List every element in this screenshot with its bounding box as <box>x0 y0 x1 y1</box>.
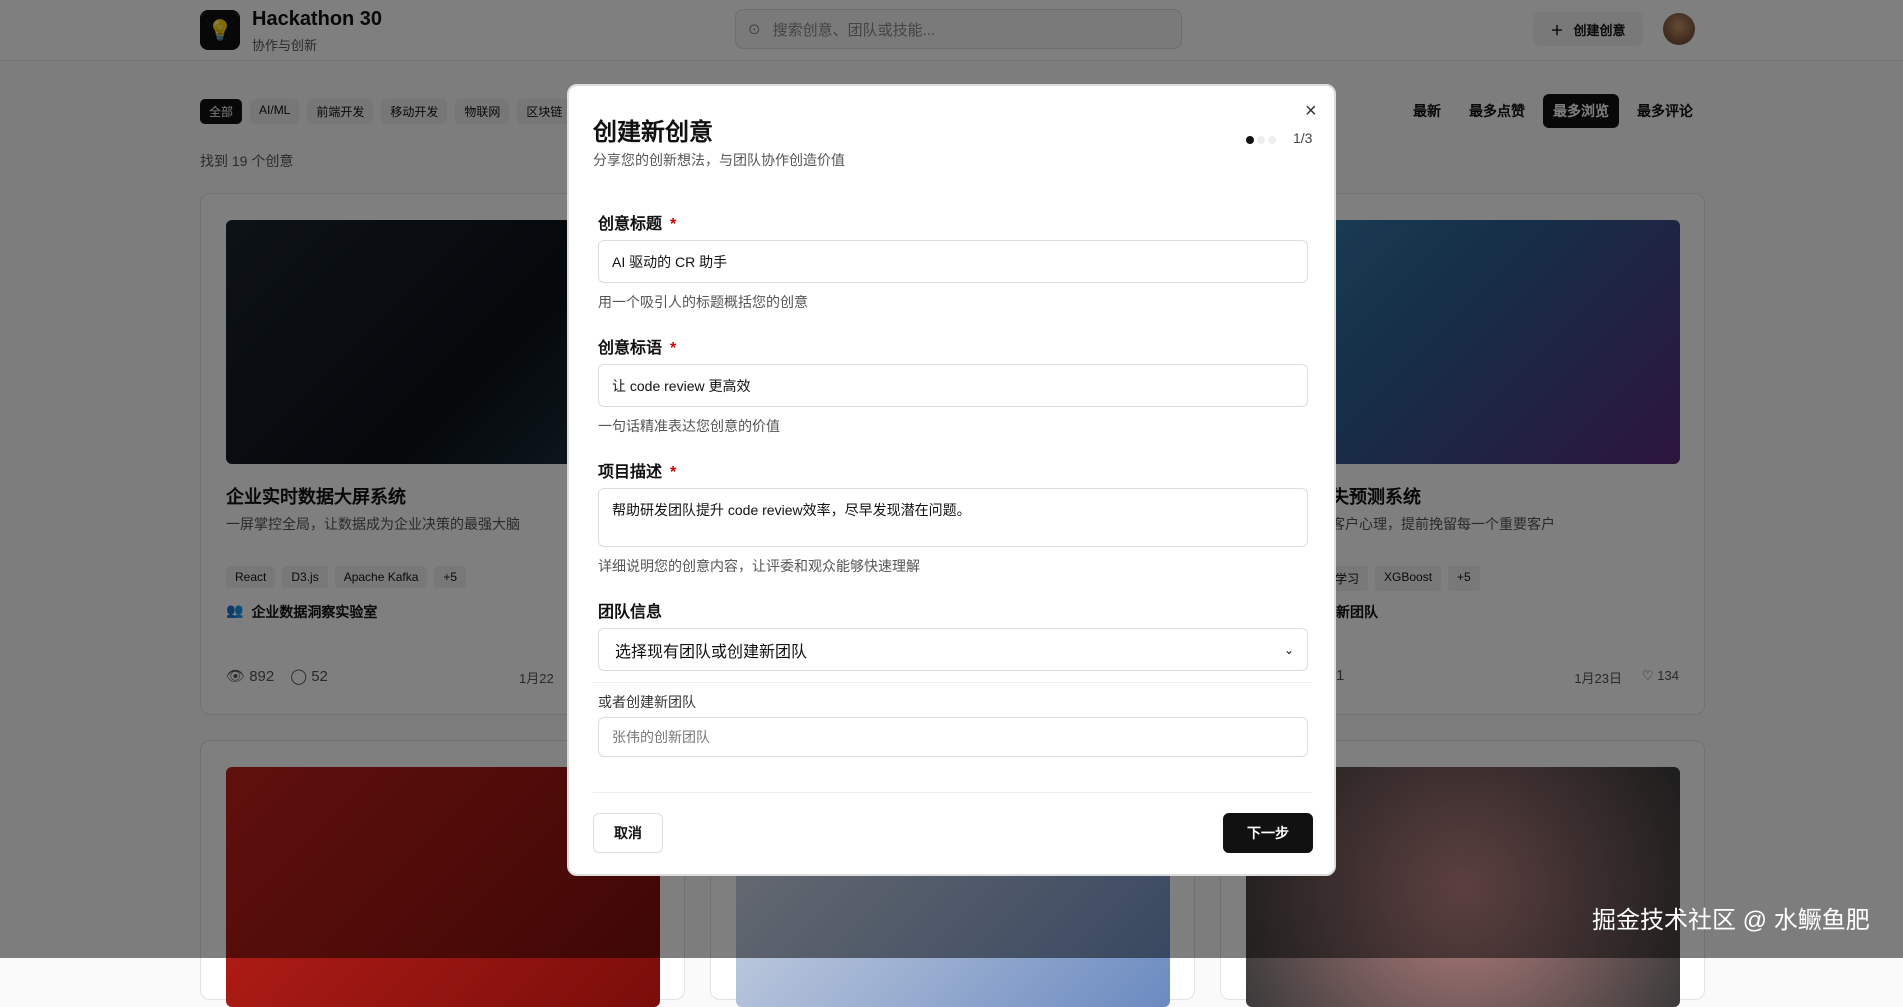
modal-subtitle: 分享您的创新想法，与团队协作创造价值 <box>593 150 845 170</box>
description-label: 项目描述 * <box>598 458 676 482</box>
chevron-down-icon: ⌄ <box>1284 643 1294 657</box>
title-hint: 用一个吸引人的标题概括您的创意 <box>598 292 808 312</box>
idea-title-input[interactable]: AI 驱动的 CR 助手 <box>598 240 1308 283</box>
step-indicator <box>1246 136 1276 144</box>
slogan-hint: 一句话精准表达您创意的价值 <box>598 416 780 436</box>
team-info-label: 团队信息 <box>598 598 662 622</box>
create-idea-modal: 创建新创意 分享您的创新想法，与团队协作创造价值 × 1/3 创意标题 * AI … <box>567 84 1336 876</box>
description-hint: 详细说明您的创意内容，让评委和观众能够快速理解 <box>598 556 920 576</box>
watermark: 掘金技术社区 @ 水鳜鱼肥 <box>1592 900 1870 935</box>
team-select[interactable]: 选择现有团队或创建新团队 ⌄ <box>598 628 1308 671</box>
footer-divider <box>593 792 1312 793</box>
close-icon[interactable]: × <box>1305 100 1317 123</box>
divider <box>593 682 1312 683</box>
required-mark: * <box>670 464 676 481</box>
title-label-text: 创意标题 <box>598 216 662 233</box>
step-dot <box>1257 136 1265 144</box>
description-textarea[interactable]: 帮助研发团队提升 code review效率，尽早发现潜在问题。 <box>598 488 1308 547</box>
team-select-value: 选择现有团队或创建新团队 <box>615 638 807 662</box>
modal-title: 创建新创意 <box>593 112 713 147</box>
required-mark: * <box>670 340 676 357</box>
next-step-button[interactable]: 下一步 <box>1223 813 1313 853</box>
step-dot <box>1246 136 1254 144</box>
idea-slogan-input[interactable]: 让 code review 更高效 <box>598 364 1308 407</box>
new-team-input[interactable]: 张伟的创新团队 <box>598 717 1308 757</box>
cancel-button[interactable]: 取消 <box>593 813 663 853</box>
description-label-text: 项目描述 <box>598 464 662 481</box>
slogan-label: 创意标语 * <box>598 334 676 358</box>
required-mark: * <box>670 216 676 233</box>
slogan-label-text: 创意标语 <box>598 340 662 357</box>
title-label: 创意标题 * <box>598 210 676 234</box>
step-counter: 1/3 <box>1293 130 1312 146</box>
new-team-label: 或者创建新团队 <box>598 692 696 712</box>
step-dot <box>1268 136 1276 144</box>
